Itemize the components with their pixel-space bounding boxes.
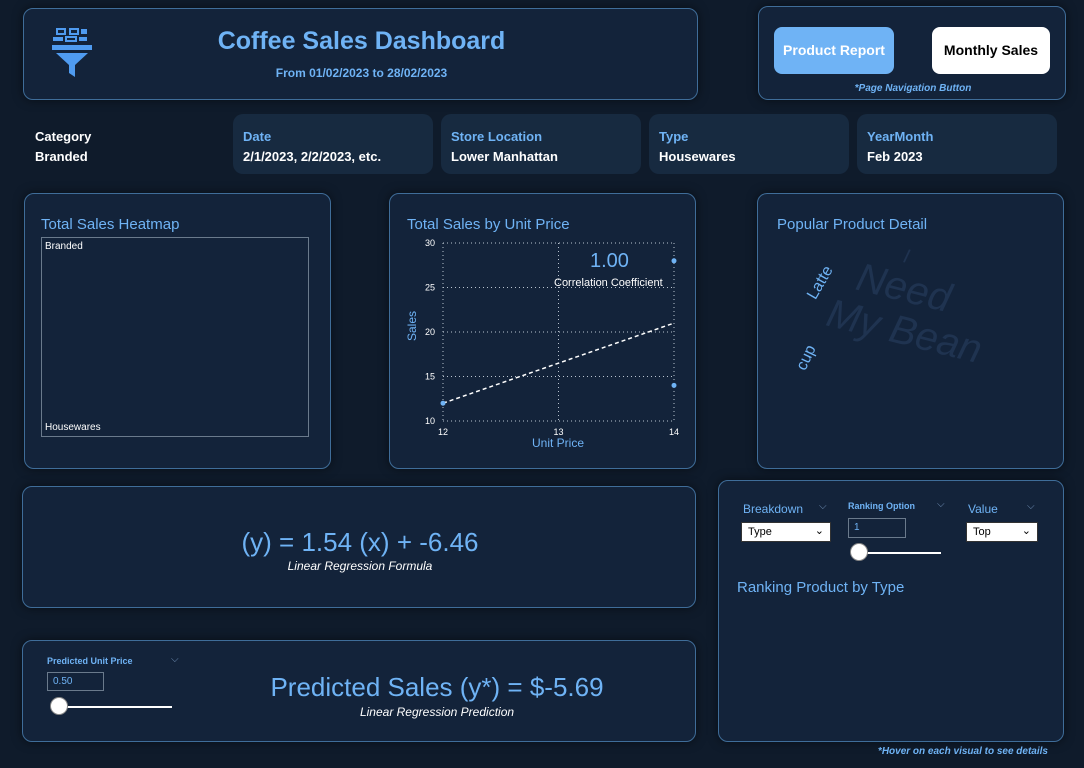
chevron-down-icon[interactable]: ⌵ xyxy=(937,499,945,510)
predicted-sales-value: Predicted Sales (y*) = $-5.69 xyxy=(270,672,604,702)
ranking-option-label: Ranking Option xyxy=(848,501,915,511)
ranking-card: Breakdown ⌵ Type ⌄ Ranking Option ⌵ 1 Va… xyxy=(718,480,1064,742)
regression-formula: (y) = 1.54 (x) + -6.46 xyxy=(241,527,479,557)
ranking-option-slider-knob[interactable] xyxy=(850,543,868,561)
navigation-card: Product Report Monthly Sales *Page Navig… xyxy=(758,6,1066,100)
data-point[interactable] xyxy=(440,400,446,406)
filter-store-location[interactable]: Store Location Lower Manhattan xyxy=(441,114,641,174)
value-dropdown[interactable]: Top ⌄ xyxy=(966,522,1038,542)
data-point[interactable] xyxy=(671,382,677,388)
y-axis-label: Sales xyxy=(405,311,419,341)
heatmap-area[interactable]: Branded Housewares xyxy=(41,237,309,437)
filter-yearmonth-label: YearMonth xyxy=(867,129,934,144)
hover-note: *Hover on each visual to see details xyxy=(877,746,1048,757)
filter-store-location-label: Store Location xyxy=(451,129,543,144)
predicted-unit-price-label: Predicted Unit Price xyxy=(47,656,133,666)
value-dropdown-value: Top xyxy=(973,526,991,538)
product-report-button[interactable]: Product Report xyxy=(774,27,894,74)
chevron-down-icon[interactable]: ⌵ xyxy=(1027,501,1035,512)
predicted-unit-price-input[interactable]: 0.50 xyxy=(47,672,104,691)
ranking-option-slider-track[interactable] xyxy=(859,552,941,554)
ranking-option-input[interactable]: 1 xyxy=(848,518,906,538)
header-card: Coffee Sales Dashboard From 01/02/2023 t… xyxy=(23,8,698,100)
ranking-title: Ranking Product by Type xyxy=(737,579,905,596)
y-tick-label: 30 xyxy=(425,238,435,248)
regression-formula-label: Linear Regression Formula xyxy=(287,559,433,573)
chevron-down-icon[interactable]: ⌵ xyxy=(819,501,827,512)
heatmap-title: Total Sales Heatmap xyxy=(41,216,180,233)
filter-date-label: Date xyxy=(243,129,272,144)
predicted-unit-price-slider-track[interactable] xyxy=(59,706,172,708)
correlation-label: Correlation Coefficient xyxy=(554,277,663,289)
watermark-logo: I Need My Bean xyxy=(814,232,1042,416)
data-point[interactable] xyxy=(671,258,677,264)
predicted-unit-price-slider-knob[interactable] xyxy=(50,697,68,715)
filter-type[interactable]: Type Housewares xyxy=(649,114,849,174)
heatmap-top-label: Branded xyxy=(45,241,83,252)
filter-date-value: 2/1/2023, 2/2/2023, etc. xyxy=(243,149,382,164)
y-tick-label: 15 xyxy=(425,372,435,382)
filter-type-label: Type xyxy=(659,129,689,144)
filter-yearmonth[interactable]: YearMonth Feb 2023 xyxy=(857,114,1057,174)
breakdown-dropdown[interactable]: Type ⌄ xyxy=(741,522,831,542)
correlation-value: 1.00 xyxy=(590,250,629,272)
regression-formula-card[interactable]: (y) = 1.54 (x) + -6.46 Linear Regression… xyxy=(22,486,696,608)
filter-store-location-value: Lower Manhattan xyxy=(451,149,558,164)
page-title: Coffee Sales Dashboard xyxy=(217,27,506,55)
chevron-down-icon: ⌄ xyxy=(1021,525,1031,537)
breakdown-dropdown-value: Type xyxy=(748,526,772,538)
value-label: Value xyxy=(968,502,998,516)
scatter-chart[interactable]: 12 13 141015202530 Unit Price Sales xyxy=(390,228,695,468)
prediction-card: Predicted Unit Price ⌵ 0.50 Predicted Sa… xyxy=(22,640,696,742)
breakdown-label: Breakdown xyxy=(743,502,804,516)
y-tick-label: 25 xyxy=(425,283,435,293)
scatter-card[interactable]: Total Sales by Unit Price 12 13 14 10 15 20 25… xyxy=(389,193,696,469)
x-tick-label: 14 xyxy=(669,427,679,437)
y-tick-label: 10 xyxy=(425,416,435,426)
predicted-sales-label: Linear Regression Prediction xyxy=(359,705,515,719)
wordcloud-card[interactable]: Popular Product Detail I Need My Bean La… xyxy=(757,193,1064,469)
heatmap-bottom-label: Housewares xyxy=(45,422,101,433)
y-tick-label: 20 xyxy=(425,327,435,337)
date-range-subtitle: From 01/02/2023 to 28/02/2023 xyxy=(275,66,448,80)
x-axis-label: Unit Price xyxy=(532,436,584,450)
word-cup[interactable]: cup xyxy=(793,343,820,374)
heatmap-card[interactable]: Total Sales Heatmap Branded Housewares xyxy=(24,193,331,469)
filter-yearmonth-value: Feb 2023 xyxy=(867,149,923,164)
wordcloud-title: Popular Product Detail xyxy=(777,216,928,233)
filter-category-value: Branded xyxy=(35,149,88,164)
filter-type-value: Housewares xyxy=(659,149,736,164)
x-tick-label: 12 xyxy=(438,427,448,437)
navigation-note: *Page Navigation Button xyxy=(854,83,972,94)
chevron-down-icon: ⌄ xyxy=(814,525,824,537)
filter-date[interactable]: Date 2/1/2023, 2/2/2023, etc. xyxy=(233,114,433,174)
chevron-down-icon[interactable]: ⌵ xyxy=(171,654,179,665)
monthly-sales-button[interactable]: Monthly Sales xyxy=(932,27,1050,74)
filter-category-label: Category xyxy=(35,129,92,144)
filter-category[interactable]: Category Branded xyxy=(25,114,225,174)
